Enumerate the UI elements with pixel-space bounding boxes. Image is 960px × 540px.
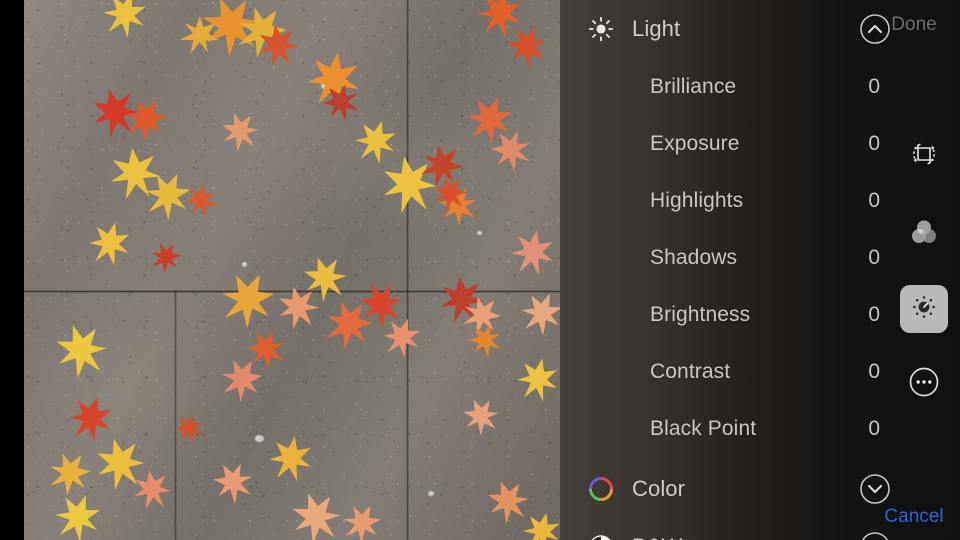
- section-header-color[interactable]: Color: [560, 460, 900, 518]
- crop-rotate-icon: [909, 139, 939, 174]
- adjustment-row-black-point[interactable]: Black Point 0: [560, 400, 900, 457]
- cancel-button[interactable]: Cancel: [878, 506, 950, 528]
- section-label-bw: B&W: [632, 534, 852, 540]
- adjustment-value: 0: [868, 359, 880, 383]
- adjustment-row-exposure[interactable]: Exposure 0: [560, 115, 900, 172]
- adjust-tool-button[interactable]: [900, 285, 948, 333]
- chevron-down-icon[interactable]: [852, 531, 898, 540]
- adjustment-value: 0: [868, 245, 880, 269]
- adjustment-label: Exposure: [650, 131, 740, 155]
- adjustment-row-shadows[interactable]: Shadows 0: [560, 229, 900, 286]
- pavement-seam-horizontal: [24, 290, 560, 293]
- adjustment-value: 0: [868, 131, 880, 155]
- pavement-seam-vertical-lower: [174, 290, 177, 540]
- more-ellipsis-icon: [908, 366, 940, 403]
- photo-editor-screen: Light Brilliance 0 Exposure 0 Highlights…: [0, 0, 960, 540]
- chevron-down-icon[interactable]: [852, 473, 898, 505]
- adjustment-row-highlights[interactable]: Highlights 0: [560, 172, 900, 229]
- edited-photo[interactable]: [24, 0, 560, 540]
- section-header-light[interactable]: Light: [560, 0, 900, 58]
- adjustment-row-brilliance[interactable]: Brilliance 0: [560, 58, 900, 115]
- adjustment-row-brightness[interactable]: Brightness 0: [560, 286, 900, 343]
- letterbox-bar: [0, 0, 24, 540]
- adjustment-label: Brilliance: [650, 74, 737, 98]
- adjustment-value: 0: [868, 416, 880, 440]
- adjustment-label: Contrast: [650, 359, 731, 383]
- more-options-button[interactable]: [900, 360, 948, 408]
- section-label-light: Light: [632, 16, 681, 41]
- color-wheel-icon: [578, 475, 624, 503]
- filters-icon: [909, 217, 939, 252]
- sun-icon: [578, 16, 624, 42]
- contrast-circle-icon: [578, 533, 624, 540]
- adjustment-label: Brightness: [650, 302, 751, 326]
- adjustment-row-contrast[interactable]: Contrast 0: [560, 343, 900, 400]
- pavement-seam-vertical: [406, 0, 409, 540]
- adjustment-value: 0: [868, 188, 880, 212]
- photo-preview-area[interactable]: [0, 0, 560, 540]
- adjustment-label: Black Point: [650, 416, 757, 440]
- crop-rotate-tool-button[interactable]: [900, 132, 948, 180]
- adjust-dial-icon: [909, 292, 939, 327]
- filters-tool-button[interactable]: [900, 210, 948, 258]
- adjustment-label: Shadows: [650, 245, 738, 269]
- adjustment-value: 0: [868, 302, 880, 326]
- done-button[interactable]: Done: [878, 14, 950, 36]
- adjustment-label: Highlights: [650, 188, 744, 212]
- section-label-color: Color: [632, 476, 686, 501]
- section-header-bw[interactable]: B&W: [560, 518, 900, 540]
- adjustment-value: 0: [868, 74, 880, 98]
- edit-adjustments-panel: Light Brilliance 0 Exposure 0 Highlights…: [560, 0, 960, 540]
